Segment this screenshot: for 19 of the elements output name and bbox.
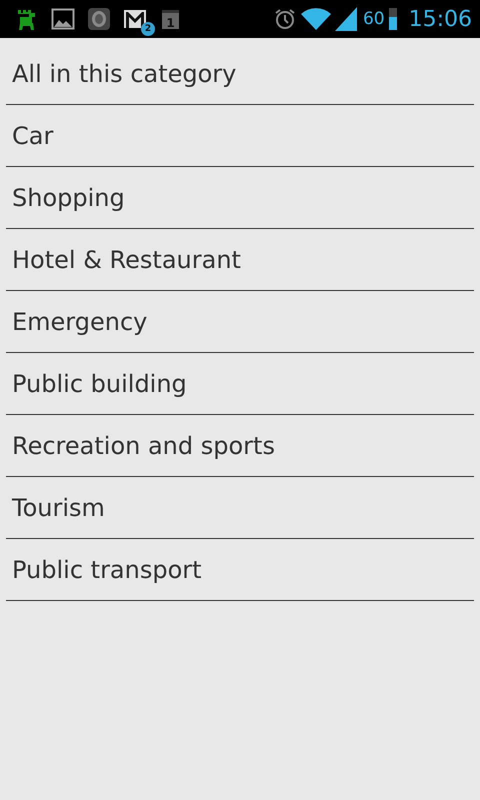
image-icon xyxy=(51,8,75,30)
notification-badge: 2 xyxy=(141,22,155,36)
category-item[interactable]: Shopping xyxy=(6,167,474,229)
battery-percent: 60 xyxy=(362,9,385,29)
category-item[interactable]: Car xyxy=(6,105,474,167)
signal-icon xyxy=(334,7,357,31)
battery-icon xyxy=(388,8,397,30)
category-item[interactable]: Public building xyxy=(6,353,474,415)
category-item[interactable]: Tourism xyxy=(6,477,474,539)
calendar-icon: 1 xyxy=(162,10,179,28)
category-item[interactable]: Recreation and sports xyxy=(6,415,474,477)
category-item[interactable]: Public transport xyxy=(6,539,474,601)
alarm-icon xyxy=(272,7,297,31)
clock-time: 15:06 xyxy=(408,6,472,32)
wifi-icon xyxy=(300,8,331,30)
category-item[interactable]: Hotel & Restaurant xyxy=(6,229,474,291)
mail-icon xyxy=(123,9,147,29)
category-item[interactable]: All in this category xyxy=(6,43,474,105)
category-item[interactable]: Emergency xyxy=(6,291,474,353)
